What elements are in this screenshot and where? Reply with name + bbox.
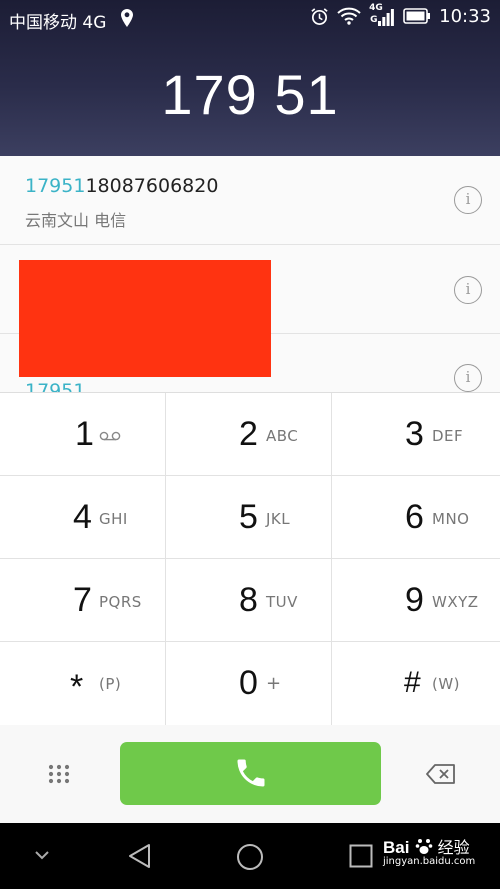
key-letters: DEF xyxy=(432,427,464,445)
key-7[interactable]: 7 PQRS xyxy=(0,559,166,642)
key-letters: ABC xyxy=(266,427,299,445)
suggestion-number: 17951 xyxy=(25,380,85,392)
network-type-label-secondary: G xyxy=(370,15,378,25)
key-6[interactable]: 6 MNO xyxy=(332,476,500,559)
key-1[interactable]: 1 xyxy=(0,393,166,476)
dialed-number: 179 51 xyxy=(161,63,339,126)
suggestion-row[interactable]: 1795118087606820 云南文山 电信 i xyxy=(0,156,500,245)
number-rest: 18087606820 xyxy=(85,175,219,197)
key-digit: 4 xyxy=(73,498,92,536)
key-4[interactable]: 4 GHI xyxy=(0,476,166,559)
suggestion-list[interactable]: 1795118087606820 云南文山 电信 i i 17951 i xyxy=(0,156,500,392)
watermark-logo: Bai xyxy=(383,838,410,857)
dial-keypad: 1 2 ABC 3 DEF 4 GHI 5 JKL 6 MNO 7 PQRS 8… xyxy=(0,392,500,726)
key-letters: (P) xyxy=(99,675,122,693)
key-star[interactable]: * (P) xyxy=(0,642,166,726)
baidu-watermark: Bai 经验 jingyan.baidu.com xyxy=(383,834,475,867)
key-8[interactable]: 8 TUV xyxy=(166,559,332,642)
dialer-header: 中国移动 4G 4G G 10:33 179 51 xyxy=(0,0,500,156)
alarm-icon xyxy=(311,7,328,25)
match-prefix: 17951 xyxy=(25,380,86,392)
keypad-toggle-icon[interactable] xyxy=(48,764,70,784)
key-3[interactable]: 3 DEF xyxy=(332,393,500,476)
key-letters: MNO xyxy=(432,510,470,528)
match-prefix: 17951 xyxy=(25,175,86,197)
watermark-url: jingyan.baidu.com xyxy=(383,856,476,867)
location-icon xyxy=(121,9,133,27)
key-letters: GHI xyxy=(99,510,128,528)
key-digit: 9 xyxy=(405,581,424,619)
key-9[interactable]: 9 WXYZ xyxy=(332,559,500,642)
recents-icon[interactable] xyxy=(349,844,373,868)
key-digit: 8 xyxy=(239,581,258,619)
carrier-label: 中国移动 4G xyxy=(9,13,107,33)
backspace-icon[interactable] xyxy=(426,764,456,784)
call-button[interactable] xyxy=(120,742,381,805)
back-icon[interactable] xyxy=(127,843,151,869)
voicemail-icon xyxy=(99,431,121,441)
call-bar xyxy=(0,725,500,823)
wifi-icon xyxy=(337,7,361,25)
key-digit: 6 xyxy=(405,498,424,536)
key-digit: 0 xyxy=(239,664,258,702)
signal-icon: 4G G xyxy=(369,3,395,27)
key-letters: JKL xyxy=(266,510,291,528)
key-digit: 5 xyxy=(239,498,258,536)
suggestion-number: 1795118087606820 xyxy=(25,175,218,197)
key-digit: 7 xyxy=(73,581,92,619)
key-2[interactable]: 2 ABC xyxy=(166,393,332,476)
key-digit: 2 xyxy=(239,415,258,453)
status-time: 10:33 xyxy=(439,5,491,27)
key-letters: PQRS xyxy=(99,593,142,611)
home-icon[interactable] xyxy=(236,843,264,871)
key-letters: (W) xyxy=(432,675,461,693)
info-icon[interactable]: i xyxy=(454,276,482,304)
chevron-down-icon[interactable] xyxy=(35,851,49,860)
key-hash[interactable]: # (W) xyxy=(332,642,500,726)
phone-icon xyxy=(237,759,265,787)
status-bar: 中国移动 4G 4G G 10:33 xyxy=(0,0,500,36)
key-digit: 3 xyxy=(405,415,424,453)
suggestion-location: 云南文山 电信 xyxy=(25,211,127,230)
key-letters: + xyxy=(266,673,282,694)
info-icon[interactable]: i xyxy=(454,186,482,214)
key-letters: WXYZ xyxy=(432,593,479,611)
battery-icon xyxy=(403,8,431,24)
redaction-block xyxy=(19,260,271,377)
watermark-suffix: 经验 xyxy=(437,838,470,857)
info-icon[interactable]: i xyxy=(454,364,482,392)
key-letters: TUV xyxy=(266,593,298,611)
key-0[interactable]: 0 + xyxy=(166,642,332,726)
key-digit: * xyxy=(70,668,84,706)
key-digit: 1 xyxy=(75,415,94,453)
key-digit: # xyxy=(404,666,421,699)
status-icons: 4G G 10:33 xyxy=(310,3,491,27)
paw-icon xyxy=(415,839,432,854)
key-5[interactable]: 5 JKL xyxy=(166,476,332,559)
